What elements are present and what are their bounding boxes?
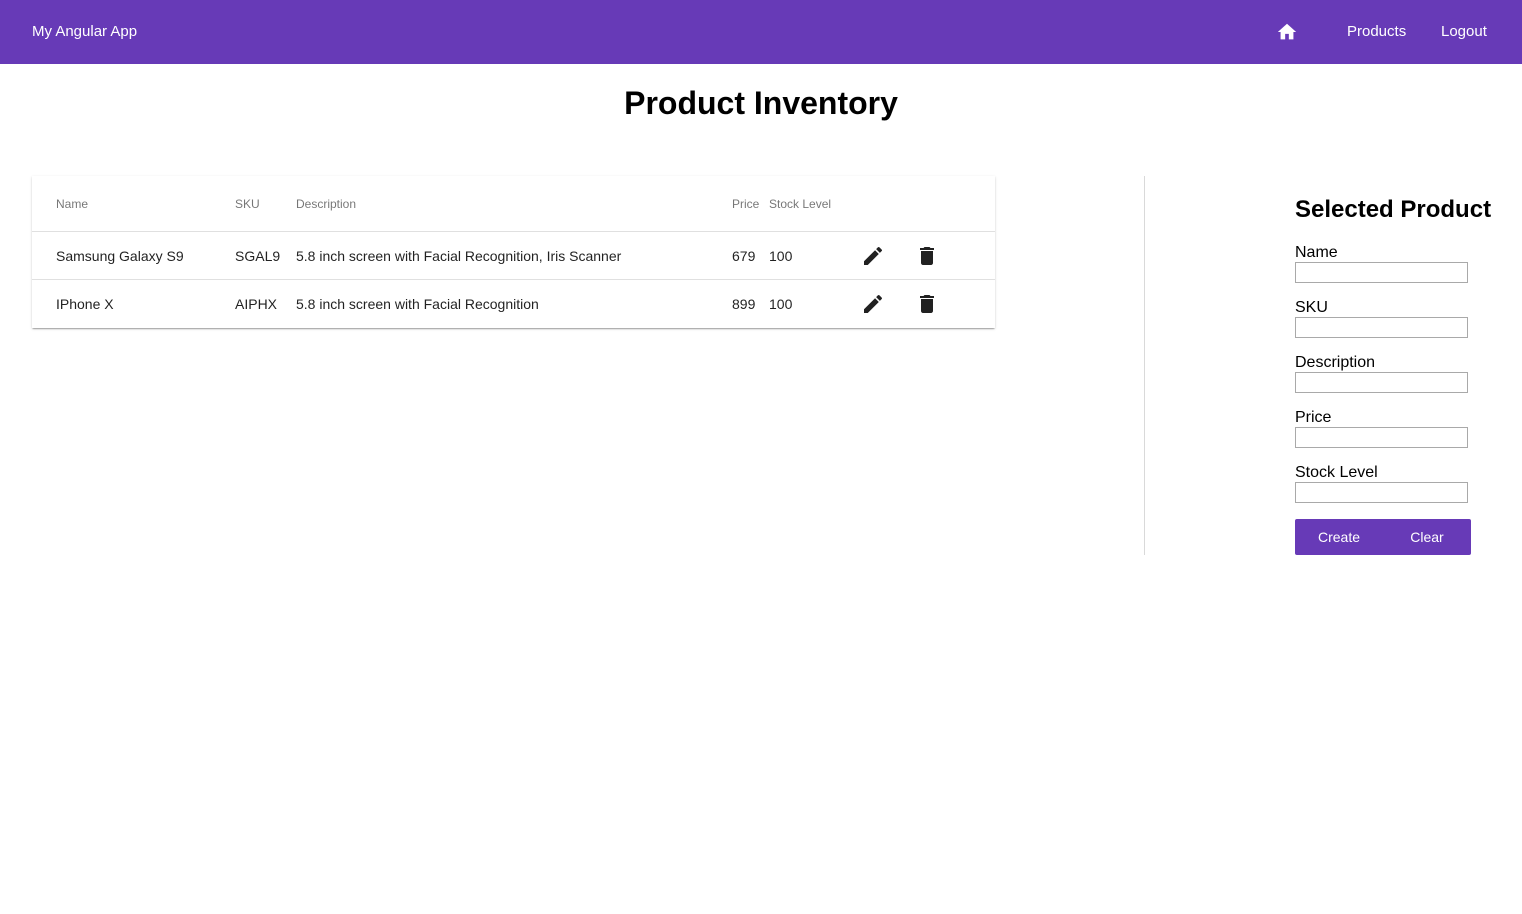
delete-icon [920,247,934,265]
form-title: Selected Product [1295,196,1492,223]
stock-level-input[interactable] [1295,482,1468,503]
cell-name: Samsung Galaxy S9 [56,248,184,264]
column-header-description: Description [296,197,357,211]
edit-icon [864,294,883,313]
nav-products-link[interactable]: Products [1347,24,1406,40]
edit-button[interactable] [861,244,885,268]
cell-price: 679 [732,248,756,264]
cell-stock-level: 100 [769,296,793,312]
edit-icon [864,246,883,265]
nav-logout-link[interactable]: Logout [1441,24,1487,40]
page-title: Product Inventory [624,85,898,121]
top-toolbar: My Angular App Products Logout [0,0,1522,64]
home-nav-button[interactable] [1276,21,1298,43]
delete-button[interactable] [915,292,939,316]
description-label: Description [1295,354,1376,371]
description-input[interactable] [1295,372,1468,393]
price-label: Price [1295,409,1332,426]
vertical-divider [1144,176,1145,555]
cell-stock-level: 100 [769,248,793,264]
cell-price: 899 [732,296,756,312]
cell-description: 5.8 inch screen with Facial Recognition [296,296,539,312]
edit-button[interactable] [861,292,885,316]
table-header-row: Name SKU Description Price Stock Level [32,176,995,232]
name-input[interactable] [1295,262,1468,283]
table-row[interactable]: IPhone X AIPHX 5.8 inch screen with Faci… [32,280,995,328]
column-header-name: Name [56,197,89,211]
cell-sku: AIPHX [235,296,278,312]
name-label: Name [1295,244,1338,261]
clear-button[interactable]: Clear [1383,519,1471,555]
home-icon [1277,23,1297,40]
cell-sku: SGAL9 [235,248,281,264]
column-header-sku: SKU [235,197,260,211]
create-button[interactable]: Create [1295,519,1383,555]
table-row[interactable]: Samsung Galaxy S9 SGAL9 5.8 inch screen … [32,232,995,280]
cell-name: IPhone X [56,296,114,312]
stock-level-label: Stock Level [1295,464,1378,481]
delete-button[interactable] [915,244,939,268]
app-title: My Angular App [32,23,138,40]
sku-label: SKU [1295,299,1328,316]
product-table: Name SKU Description Price Stock Level S… [32,176,995,328]
delete-icon [920,295,934,313]
sku-input[interactable] [1295,317,1468,338]
cell-description: 5.8 inch screen with Facial Recognition,… [296,248,622,264]
price-input[interactable] [1295,427,1468,448]
column-header-price: Price [732,197,760,211]
column-header-stock-level: Stock Level [769,197,832,211]
